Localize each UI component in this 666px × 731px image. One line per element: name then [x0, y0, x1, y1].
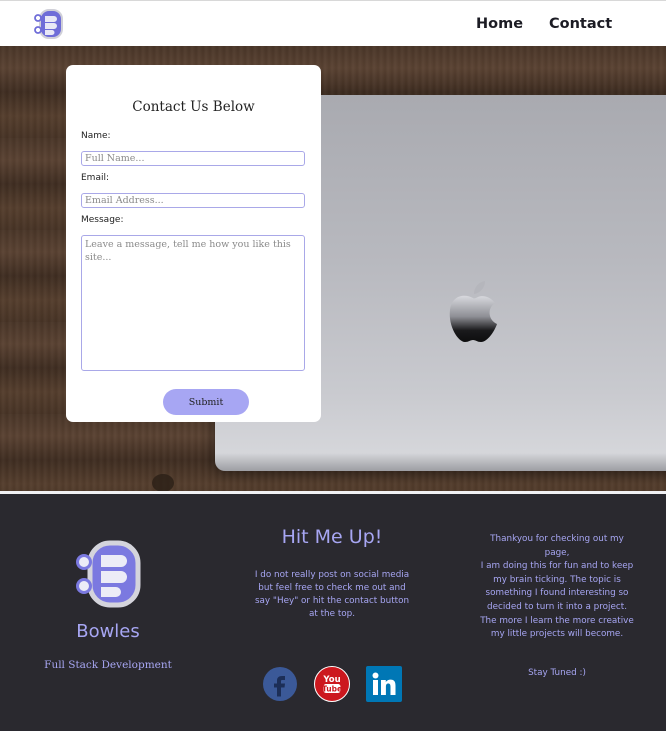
hit-me-up-title: Hit Me Up! — [281, 526, 383, 548]
database-logo-icon[interactable] — [33, 8, 65, 40]
svg-text:Tube: Tube — [322, 685, 342, 694]
laptop-edge — [215, 453, 666, 471]
mouse-image — [152, 474, 174, 491]
nav-home-link[interactable]: Home — [476, 16, 523, 32]
thank-you-text: Thankyou for checking out my page, I am … — [478, 533, 636, 642]
name-input[interactable] — [81, 151, 305, 166]
apple-logo-icon — [449, 281, 497, 342]
stay-tuned-text: Stay Tuned :) — [528, 668, 586, 678]
top-navbar: Home Contact — [0, 0, 666, 46]
svg-text:You: You — [322, 675, 340, 685]
message-label: Message: — [81, 215, 124, 225]
email-label: Email: — [81, 173, 110, 183]
contact-form-card: Contact Us Below Name: Email: Message: S… — [66, 65, 321, 422]
email-input[interactable] — [81, 193, 305, 208]
database-logo-icon — [76, 540, 141, 608]
thank-you-line-1: Thankyou for checking out my page, — [490, 534, 624, 558]
brand-name: Bowles — [76, 621, 140, 642]
nav-contact-link[interactable]: Contact — [549, 16, 612, 32]
youtube-icon[interactable]: You Tube — [314, 666, 350, 702]
contact-form-title: Contact Us Below — [132, 99, 255, 115]
message-textarea[interactable] — [81, 235, 305, 371]
thank-you-line-2: I am doing this for fun and to keep my b… — [480, 561, 634, 640]
footer: Bowles Full Stack Development Hit Me Up!… — [0, 494, 666, 731]
name-label: Name: — [81, 131, 111, 141]
hero-background-image: Contact Us Below Name: Email: Message: S… — [0, 46, 666, 491]
facebook-icon[interactable] — [262, 666, 298, 702]
submit-button[interactable]: Submit — [163, 389, 249, 415]
brand-tagline: Full Stack Development — [44, 659, 172, 671]
hit-me-up-text: I do not really post on social media but… — [254, 570, 410, 619]
linkedin-icon[interactable] — [366, 666, 402, 702]
